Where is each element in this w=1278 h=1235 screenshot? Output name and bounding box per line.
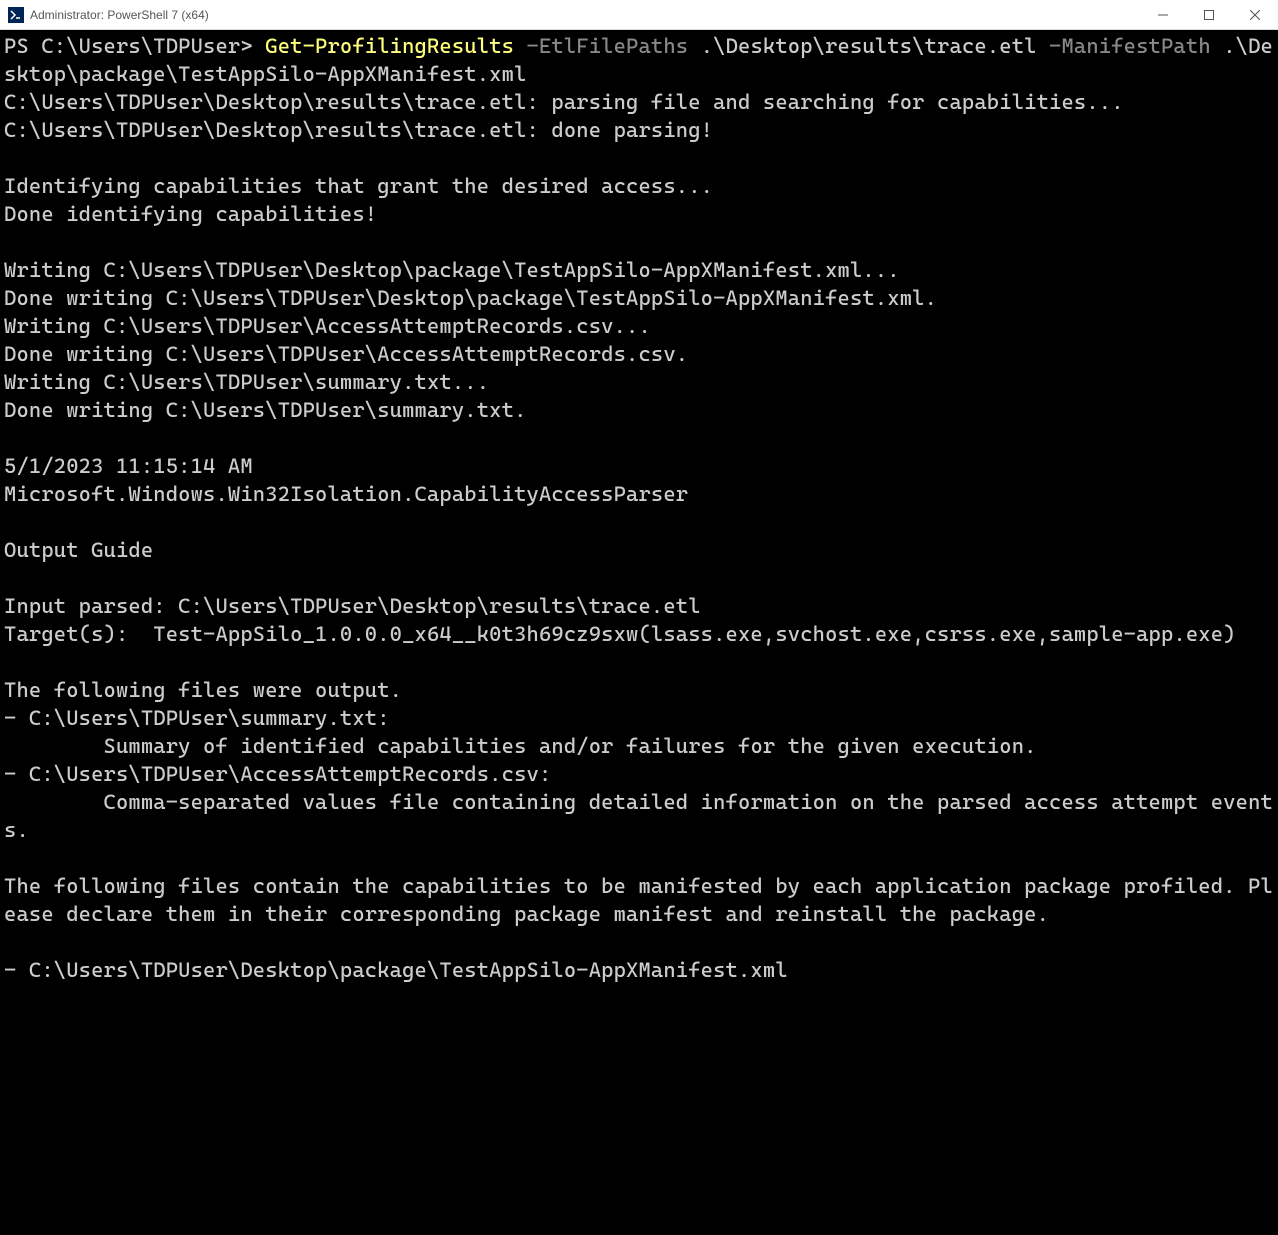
minimize-icon	[1158, 10, 1168, 20]
minimize-button[interactable]	[1140, 0, 1186, 29]
window-titlebar: Administrator: PowerShell 7 (x64)	[0, 0, 1278, 30]
maximize-button[interactable]	[1186, 0, 1232, 29]
window-controls	[1140, 0, 1278, 29]
titlebar-left: Administrator: PowerShell 7 (x64)	[8, 7, 209, 23]
maximize-icon	[1204, 10, 1214, 20]
ps-prompt: PS C:\Users\TDPUser>	[4, 34, 265, 58]
param-etlfilepaths-value: .\Desktop\results\trace.etl	[688, 34, 1049, 58]
powershell-icon	[8, 7, 24, 23]
terminal-content[interactable]: PS C:\Users\TDPUser> Get-ProfilingResult…	[0, 30, 1278, 1235]
close-icon	[1250, 10, 1260, 20]
cmdlet-name: Get-ProfilingResults	[265, 34, 514, 58]
close-button[interactable]	[1232, 0, 1278, 29]
param-manifestpath: -ManifestPath	[1049, 34, 1211, 58]
terminal-output: C:\Users\TDPUser\Desktop\results\trace.e…	[4, 90, 1273, 982]
window-title: Administrator: PowerShell 7 (x64)	[30, 8, 209, 22]
param-etlfilepaths: -EtlFilePaths	[514, 34, 688, 58]
